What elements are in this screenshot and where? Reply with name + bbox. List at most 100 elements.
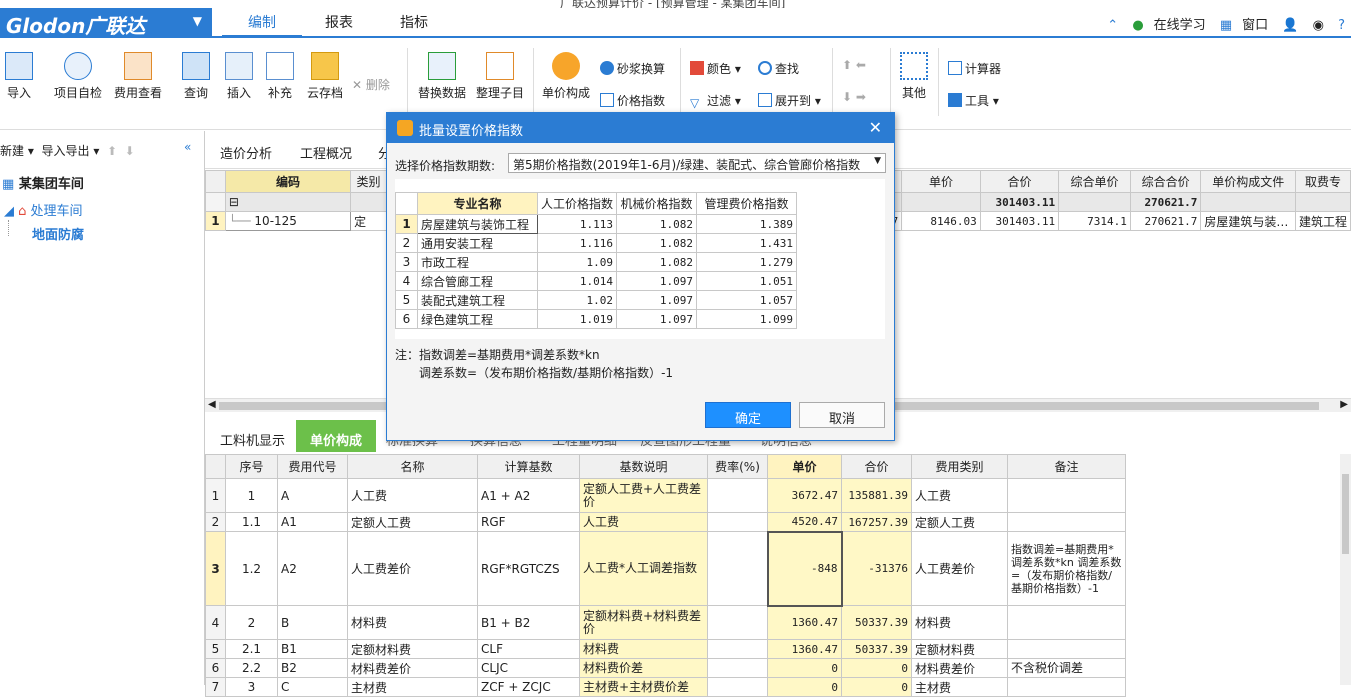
table-cell[interactable]: 4520.47 (767, 512, 842, 532)
table-cell[interactable]: 定额人工费 (347, 512, 478, 532)
table-cell[interactable]: 主材费+主材费价差 (579, 677, 708, 697)
query-button[interactable]: 查询 (180, 52, 212, 101)
user-icon[interactable]: 👤 (1282, 18, 1298, 33)
tab-cost-analysis[interactable]: 造价分析 (220, 143, 272, 162)
table-cell[interactable]: 50337.39 (841, 639, 912, 659)
table-cell[interactable]: 1 (225, 478, 278, 513)
table-cell[interactable]: 1360.47 (767, 639, 842, 659)
table-row[interactable]: 4 2 B 材料费 B1 + B2 定额材料费+材料费差价 1360.47 50337.39 材… (205, 605, 1126, 640)
table-row[interactable]: 3 1.2 A2 人工费差价 RGF*RGTCZS 人工费*人工调差指数 -848 -3137… (205, 530, 1126, 607)
table-cell[interactable]: 3672.47 (767, 478, 842, 513)
menu-zhibiao[interactable]: 指标 (385, 12, 443, 38)
table-cell[interactable]: 135881.39 (841, 478, 912, 513)
table-cell[interactable]: 不含税价调差 (1007, 658, 1126, 678)
index-cell[interactable]: 1.097 (616, 290, 698, 310)
table-cell[interactable] (1007, 512, 1126, 532)
index-cell[interactable]: 1.113 (536, 214, 618, 234)
index-cell[interactable]: 1.02 (536, 290, 618, 310)
index-row[interactable]: 4 综合管廊工程 1.014 1.097 1.051 (395, 271, 797, 291)
row-total[interactable]: 301403.11 (979, 211, 1060, 231)
cloud-button[interactable]: 云存档 (305, 52, 345, 101)
index-cell[interactable]: 1.116 (536, 233, 618, 253)
table-cell[interactable]: 定额人工费+人工费差价 (579, 478, 708, 513)
table-cell[interactable]: 定额材料费 (347, 639, 478, 659)
table-cell[interactable]: 2.1 (225, 639, 278, 659)
cancel-button[interactable]: 取消 (799, 402, 885, 428)
index-cell[interactable]: 1.051 (696, 271, 797, 291)
table-cell[interactable]: 0 (841, 677, 912, 697)
import-button[interactable]: 导入 (4, 52, 34, 101)
arrow-down-icon[interactable]: ⬇ (125, 144, 135, 158)
fee-check-button[interactable]: 费用查看 (112, 52, 164, 101)
scroll-left-icon[interactable]: ◀ (208, 399, 216, 410)
table-cell[interactable]: 材料费 (347, 605, 478, 640)
tab-unit-price[interactable]: 单价构成 (296, 420, 376, 452)
table-cell[interactable]: A1 (277, 512, 348, 532)
new-menu[interactable]: 新建 (0, 144, 24, 158)
index-cell[interactable]: 综合管廊工程 (417, 271, 538, 291)
index-cell[interactable]: 1.019 (536, 309, 618, 329)
unit-price-button[interactable]: 单价构成 (540, 52, 592, 101)
table-cell[interactable]: 3 (225, 677, 278, 697)
index-cell[interactable]: 1.014 (536, 271, 618, 291)
tools-button[interactable]: 工具 ▾ (948, 92, 999, 109)
table-cell[interactable]: 2.2 (225, 658, 278, 678)
table-cell[interactable]: ZCF + ZCJC (477, 677, 580, 697)
supplement-button[interactable]: 补充 (264, 52, 296, 101)
table-cell[interactable]: 人工费 (347, 478, 478, 513)
self-check-button[interactable]: 项目自检 (52, 52, 104, 101)
index-row[interactable]: 2 通用安装工程 1.116 1.082 1.431 (395, 233, 797, 253)
index-cell[interactable]: 房屋建筑与装饰工程 (417, 214, 538, 234)
index-cell[interactable]: 1.097 (616, 309, 698, 329)
move-up-button[interactable]: ⬆ ⬅ (842, 58, 866, 72)
row-comp-total[interactable]: 270621.7 (1129, 211, 1202, 231)
tree-root[interactable]: ▦ 某集团车间 (2, 173, 84, 192)
delete-button[interactable]: ✕ 删除 (352, 76, 390, 93)
index-cell[interactable]: 1.389 (696, 214, 797, 234)
table-cell[interactable]: -31376 (841, 531, 912, 606)
table-cell[interactable]: 指数调差=基期费用*调差系数*kn 调差系数=（发布期价格指数/基期价格指数）-… (1007, 531, 1126, 606)
index-cell[interactable]: 1.057 (696, 290, 797, 310)
tree-node-workshop[interactable]: ◢ ⌂ 处理车间 (4, 200, 83, 219)
table-cell[interactable]: 定额材料费+材料费差价 (579, 605, 708, 640)
table-cell[interactable] (1007, 478, 1126, 513)
table-cell[interactable]: 定额材料费 (911, 639, 1008, 659)
find-button[interactable]: 查找 (758, 60, 799, 77)
index-cell[interactable]: 装配式建筑工程 (417, 290, 538, 310)
index-cell[interactable]: 1.082 (616, 252, 698, 272)
tab-overview[interactable]: 工程概况 (300, 143, 352, 162)
expand-button[interactable]: 展开到 ▾ (758, 92, 821, 109)
table-cell[interactable]: RGF (477, 512, 580, 532)
app-logo[interactable]: Glodon广联达 ▼ (0, 8, 212, 38)
table-cell[interactable]: CLF (477, 639, 580, 659)
vertical-scrollbar[interactable] (1340, 454, 1351, 685)
table-cell[interactable]: 材料费价差 (579, 658, 708, 678)
color-button[interactable]: 颜色 ▾ (690, 60, 741, 77)
table-cell[interactable] (707, 605, 768, 640)
collapse-toggle[interactable]: ⊟ (224, 192, 352, 212)
table-cell[interactable]: 1.1 (225, 512, 278, 532)
table-cell[interactable]: B1 + B2 (477, 605, 580, 640)
table-cell[interactable]: 50337.39 (841, 605, 912, 640)
robot-icon[interactable]: ◉ (1313, 18, 1324, 33)
table-cell[interactable]: 0 (841, 658, 912, 678)
index-cell[interactable]: 绿色建筑工程 (417, 309, 538, 329)
table-cell[interactable]: 人工费差价 (911, 531, 1008, 606)
table-cell[interactable] (707, 639, 768, 659)
mortar-button[interactable]: 砂浆换算 (600, 60, 665, 77)
organize-button[interactable]: 整理子目 (474, 52, 526, 101)
menu-bianzhi[interactable]: 编制 (222, 12, 302, 38)
menu-baobiao[interactable]: 报表 (310, 12, 368, 38)
table-cell[interactable]: B2 (277, 658, 348, 678)
table-cell[interactable]: 主材费 (347, 677, 478, 697)
online-learn-link[interactable]: 在线学习 (1154, 18, 1206, 33)
table-cell[interactable]: 材料费 (579, 639, 708, 659)
table-cell[interactable]: CLJC (477, 658, 580, 678)
table-cell[interactable] (1007, 605, 1126, 640)
table-cell[interactable]: 0 (767, 658, 842, 678)
table-cell[interactable] (707, 677, 768, 697)
row-fee[interactable]: 建筑工程 (1294, 211, 1351, 231)
index-cell[interactable]: 通用安装工程 (417, 233, 538, 253)
table-cell[interactable] (1007, 639, 1126, 659)
index-row[interactable]: 3 市政工程 1.09 1.082 1.279 (395, 252, 797, 272)
